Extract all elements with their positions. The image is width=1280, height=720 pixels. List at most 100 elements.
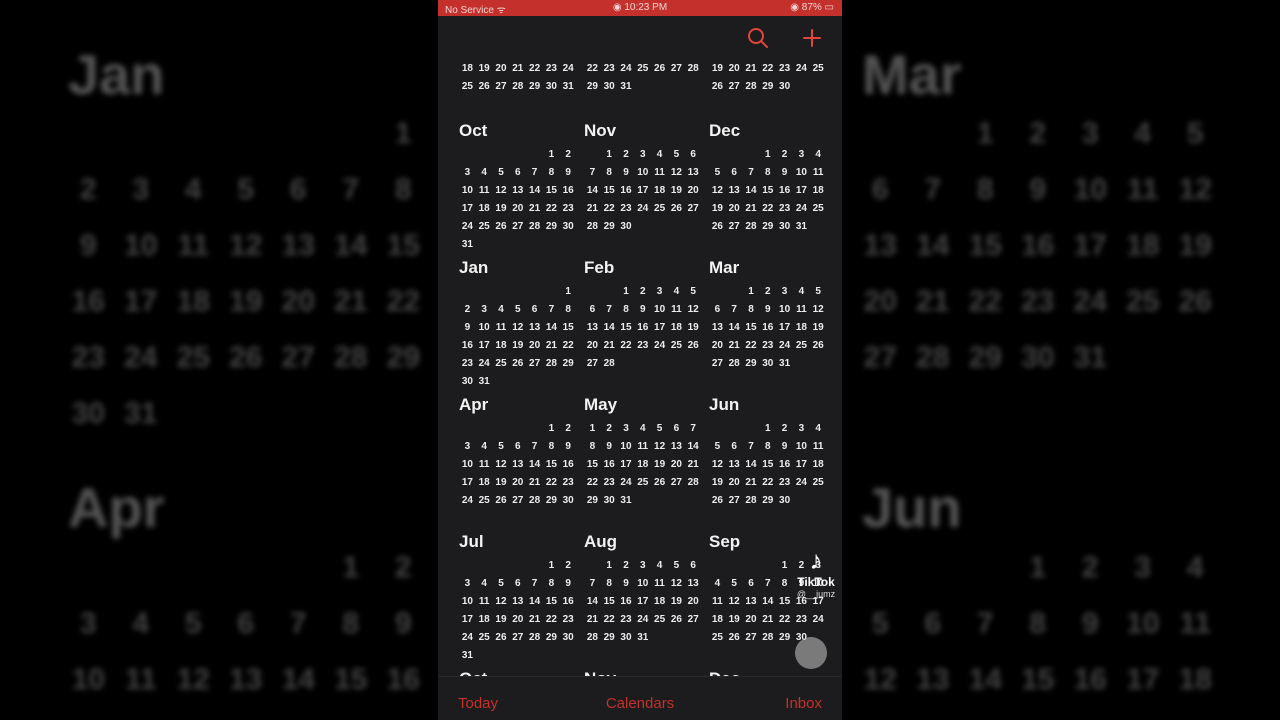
day-cell[interactable]: 27 bbox=[709, 355, 726, 373]
day-cell[interactable]: 22 bbox=[759, 60, 776, 78]
day-cell[interactable]: 17 bbox=[618, 456, 635, 474]
day-cell[interactable]: 7 bbox=[601, 301, 618, 319]
day-cell[interactable]: 11 bbox=[651, 164, 668, 182]
day-cell[interactable]: 28 bbox=[526, 629, 543, 647]
day-cell[interactable]: 27 bbox=[726, 492, 743, 510]
day-cell[interactable]: 22 bbox=[560, 337, 577, 355]
day-cell[interactable]: 31 bbox=[459, 647, 476, 665]
day-cell[interactable]: 1 bbox=[584, 420, 601, 438]
day-cell[interactable]: 5 bbox=[668, 557, 685, 575]
day-cell[interactable]: 18 bbox=[668, 319, 685, 337]
day-cell[interactable]: 1 bbox=[601, 146, 618, 164]
month-title[interactable]: Mar bbox=[709, 258, 739, 278]
day-cell[interactable]: 29 bbox=[560, 355, 577, 373]
day-cell[interactable]: 29 bbox=[759, 218, 776, 236]
day-cell[interactable]: 26 bbox=[668, 611, 685, 629]
day-cell[interactable]: 7 bbox=[743, 438, 760, 456]
day-cell[interactable]: 30 bbox=[776, 218, 793, 236]
day-cell[interactable]: 11 bbox=[476, 182, 493, 200]
month-title[interactable]: Nov bbox=[584, 669, 616, 676]
day-cell[interactable]: 1 bbox=[759, 420, 776, 438]
day-cell[interactable]: 5 bbox=[810, 283, 827, 301]
day-cell[interactable]: 8 bbox=[560, 301, 577, 319]
day-cell[interactable]: 25 bbox=[634, 60, 651, 78]
day-cell[interactable]: 25 bbox=[651, 611, 668, 629]
day-cell[interactable]: 29 bbox=[584, 78, 601, 96]
day-cell[interactable]: 10 bbox=[476, 319, 493, 337]
month-title[interactable]: May bbox=[584, 395, 617, 415]
day-cell[interactable]: 21 bbox=[526, 611, 543, 629]
day-cell[interactable]: 24 bbox=[459, 492, 476, 510]
day-cell[interactable]: 15 bbox=[601, 593, 618, 611]
day-cell[interactable]: 24 bbox=[618, 60, 635, 78]
day-cell[interactable]: 3 bbox=[793, 146, 810, 164]
day-cell[interactable]: 10 bbox=[459, 456, 476, 474]
day-cell[interactable]: 4 bbox=[634, 420, 651, 438]
day-cell[interactable]: 20 bbox=[493, 60, 510, 78]
day-cell[interactable]: 13 bbox=[726, 456, 743, 474]
day-cell[interactable]: 3 bbox=[476, 301, 493, 319]
day-cell[interactable]: 16 bbox=[634, 319, 651, 337]
day-cell[interactable]: 28 bbox=[726, 355, 743, 373]
day-cell[interactable]: 13 bbox=[685, 164, 702, 182]
day-cell[interactable]: 28 bbox=[759, 629, 776, 647]
day-cell[interactable]: 19 bbox=[493, 474, 510, 492]
day-cell[interactable]: 7 bbox=[726, 301, 743, 319]
day-cell[interactable]: 24 bbox=[793, 60, 810, 78]
day-cell[interactable]: 7 bbox=[685, 420, 702, 438]
day-cell[interactable]: 11 bbox=[476, 456, 493, 474]
day-cell[interactable]: 15 bbox=[743, 319, 760, 337]
day-cell[interactable]: 6 bbox=[685, 557, 702, 575]
day-cell[interactable]: 3 bbox=[459, 164, 476, 182]
day-cell[interactable]: 15 bbox=[618, 319, 635, 337]
day-cell[interactable]: 29 bbox=[743, 355, 760, 373]
month-title[interactable]: Dec bbox=[709, 669, 740, 676]
day-cell[interactable]: 20 bbox=[726, 60, 743, 78]
day-cell[interactable]: 12 bbox=[509, 319, 526, 337]
day-cell[interactable]: 17 bbox=[459, 474, 476, 492]
day-cell[interactable]: 5 bbox=[709, 164, 726, 182]
day-cell[interactable]: 12 bbox=[685, 301, 702, 319]
day-cell[interactable]: 13 bbox=[584, 319, 601, 337]
day-cell[interactable]: 28 bbox=[543, 355, 560, 373]
day-cell[interactable]: 17 bbox=[634, 593, 651, 611]
day-cell[interactable]: 21 bbox=[543, 337, 560, 355]
day-cell[interactable]: 27 bbox=[509, 218, 526, 236]
day-cell[interactable]: 4 bbox=[668, 283, 685, 301]
day-cell[interactable]: 2 bbox=[560, 557, 577, 575]
day-cell[interactable]: 16 bbox=[601, 456, 618, 474]
day-cell[interactable]: 26 bbox=[651, 60, 668, 78]
day-cell[interactable]: 7 bbox=[543, 301, 560, 319]
day-cell[interactable]: 24 bbox=[793, 474, 810, 492]
day-cell[interactable]: 11 bbox=[709, 593, 726, 611]
tab-calendars[interactable]: Calendars bbox=[438, 695, 842, 712]
day-cell[interactable]: 3 bbox=[459, 575, 476, 593]
day-cell[interactable]: 15 bbox=[584, 456, 601, 474]
day-cell[interactable]: 27 bbox=[685, 200, 702, 218]
day-cell[interactable]: 4 bbox=[493, 301, 510, 319]
day-cell[interactable]: 26 bbox=[476, 78, 493, 96]
day-cell[interactable]: 9 bbox=[759, 301, 776, 319]
day-cell[interactable]: 27 bbox=[743, 629, 760, 647]
day-cell[interactable]: 3 bbox=[776, 283, 793, 301]
day-cell[interactable]: 15 bbox=[560, 319, 577, 337]
day-cell[interactable]: 20 bbox=[726, 200, 743, 218]
day-cell[interactable]: 2 bbox=[459, 301, 476, 319]
day-cell[interactable]: 25 bbox=[651, 200, 668, 218]
day-cell[interactable]: 24 bbox=[776, 337, 793, 355]
day-cell[interactable]: 4 bbox=[810, 146, 827, 164]
day-cell[interactable]: 14 bbox=[601, 319, 618, 337]
day-cell[interactable]: 4 bbox=[476, 575, 493, 593]
day-cell[interactable]: 18 bbox=[476, 200, 493, 218]
day-cell[interactable]: 11 bbox=[651, 575, 668, 593]
day-cell[interactable]: 2 bbox=[560, 146, 577, 164]
day-cell[interactable]: 7 bbox=[759, 575, 776, 593]
day-cell[interactable]: 19 bbox=[493, 200, 510, 218]
day-cell[interactable]: 17 bbox=[793, 182, 810, 200]
day-cell[interactable]: 6 bbox=[509, 438, 526, 456]
tab-inbox[interactable]: Inbox bbox=[785, 695, 822, 712]
day-cell[interactable]: 6 bbox=[668, 420, 685, 438]
day-cell[interactable]: 12 bbox=[726, 593, 743, 611]
month-title[interactable]: Nov bbox=[584, 121, 616, 141]
day-cell[interactable]: 4 bbox=[476, 164, 493, 182]
